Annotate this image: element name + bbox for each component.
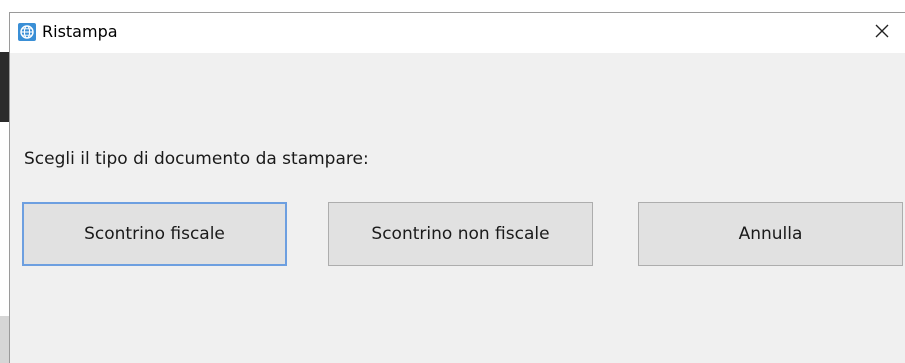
background-window-edge (0, 52, 9, 122)
close-button[interactable] (859, 13, 905, 53)
scontrino-non-fiscale-label: Scontrino non fiscale (371, 224, 550, 244)
prompt-label: Scegli il tipo di documento da stampare: (24, 149, 369, 169)
app-globe-icon (18, 23, 36, 41)
scontrino-fiscale-label: Scontrino fiscale (84, 224, 225, 244)
background-window-edge-lower (0, 316, 9, 363)
annulla-label: Annulla (738, 224, 803, 244)
title-bar[interactable]: Ristampa (10, 13, 905, 53)
ristampa-dialog: Ristampa Scegli il tipo di documento da … (9, 12, 905, 363)
scontrino-fiscale-button[interactable]: Scontrino fiscale (22, 202, 287, 266)
annulla-button[interactable]: Annulla (638, 202, 903, 266)
window-title: Ristampa (42, 22, 118, 41)
close-icon (874, 23, 890, 43)
scontrino-non-fiscale-button[interactable]: Scontrino non fiscale (328, 202, 593, 266)
